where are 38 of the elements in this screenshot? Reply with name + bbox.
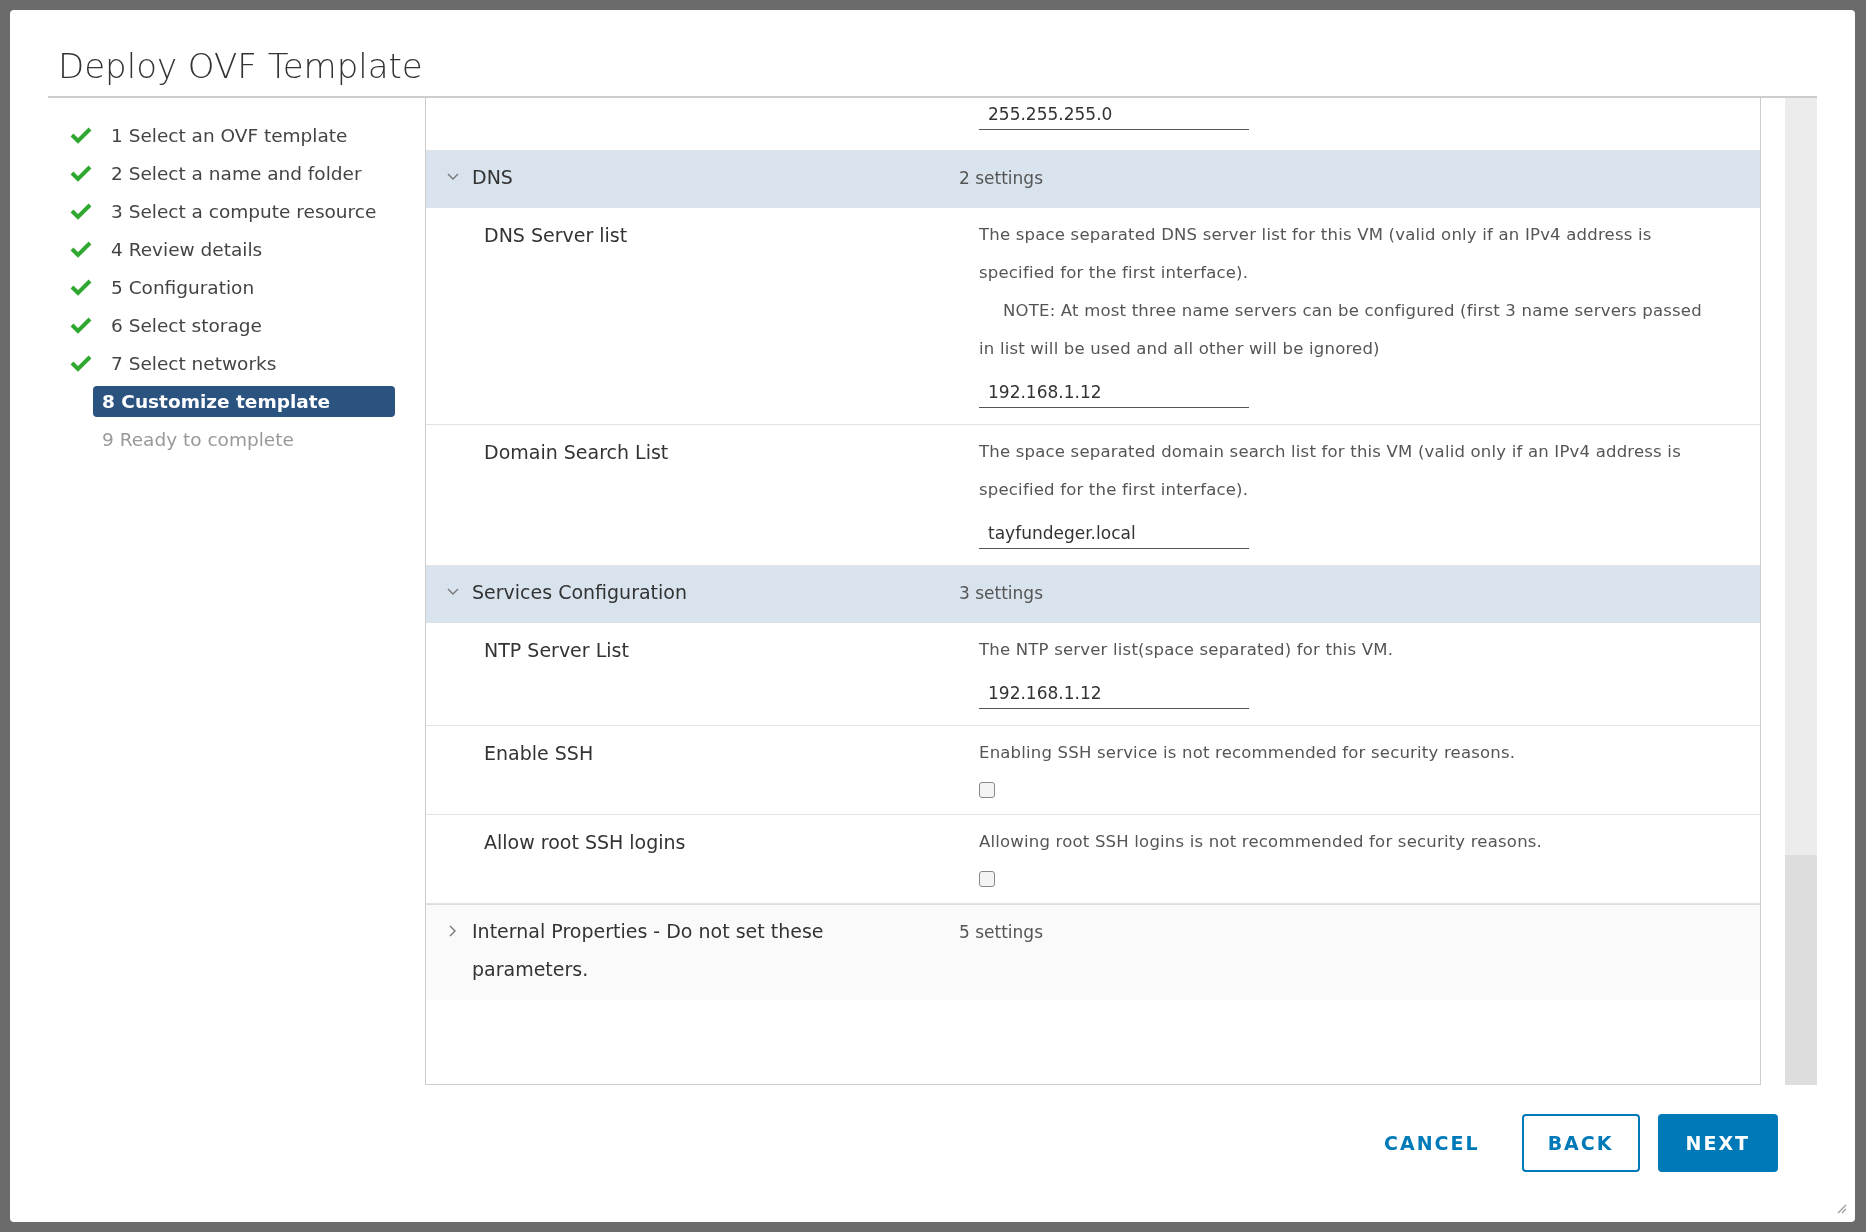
checkbox[interactable] (979, 782, 995, 798)
setting-description: Enabling SSH service is not recommended for security reasons. (979, 742, 1517, 764)
text-field[interactable]: 192.168.1.12 (979, 677, 1249, 709)
section-title: Services Configuration (472, 580, 687, 605)
dialog-title: Deploy OVF Template (58, 46, 424, 86)
wizard-step[interactable]: 5 Configuration (102, 271, 264, 303)
checkbox[interactable] (979, 871, 995, 887)
text-field[interactable]: tayfundeger.local (979, 517, 1249, 549)
setting-description: The space separated DNS server list for this VM (valid only if an IPv4 address is specified for the first interface). (979, 224, 1653, 284)
setting-label: NTP Server List (483, 638, 630, 663)
setting-description: Allowing root SSH logins is not recommended for security reasons. (979, 831, 1544, 853)
setting-label: Enable SSH (483, 741, 595, 766)
setting-label: Domain Search List (483, 440, 670, 465)
wizard-step[interactable]: 2 Select a name and folder (102, 157, 371, 189)
next-button[interactable]: NEXT (1657, 1114, 1778, 1172)
setting-description: The space separated domain search list for this VM (valid only if an IPv4 address is specified for the first interface). (979, 441, 1682, 501)
wizard-step[interactable]: 3 Select a compute resource (102, 195, 386, 227)
wizard-step[interactable]: 1 Select an OVF template (102, 119, 357, 151)
wizard-step[interactable]: 7 Select networks (102, 347, 286, 379)
setting-description: The NTP server list(space separated) for this VM. (979, 639, 1395, 661)
wizard-step[interactable]: 6 Select storage (102, 309, 271, 341)
settings-count: 3 settings (959, 582, 1043, 603)
text-field[interactable]: 255.255.255.0 (979, 98, 1249, 130)
text-field[interactable]: 192.168.1.12 (979, 376, 1249, 408)
section-header[interactable]: DNS 2 settings (426, 151, 1760, 208)
setting-description: NOTE: At most three name servers can be configured (first 3 name servers passed in list will be used and all other will be ignored) (979, 300, 1703, 360)
settings-count: 2 settings (959, 167, 1043, 188)
back-button[interactable]: BACK (1521, 1114, 1640, 1172)
section-title: Internal Properties - Do not set these parameters. (472, 919, 825, 982)
section-header[interactable]: Services Configuration 3 settings (426, 566, 1760, 623)
resize-grip-icon[interactable] (1835, 1202, 1847, 1214)
section-header[interactable]: Internal Properties - Do not set these parameters. 5 settings (426, 904, 1760, 1000)
wizard-step[interactable]: 4 Review details (102, 233, 272, 265)
wizard-step[interactable]: 8 Customize template (93, 385, 395, 417)
setting-label: DNS Server list (483, 223, 629, 248)
section-title: DNS (472, 165, 513, 190)
settings-count: 5 settings (959, 921, 1043, 942)
setting-label: Allow root SSH logins (483, 830, 687, 855)
